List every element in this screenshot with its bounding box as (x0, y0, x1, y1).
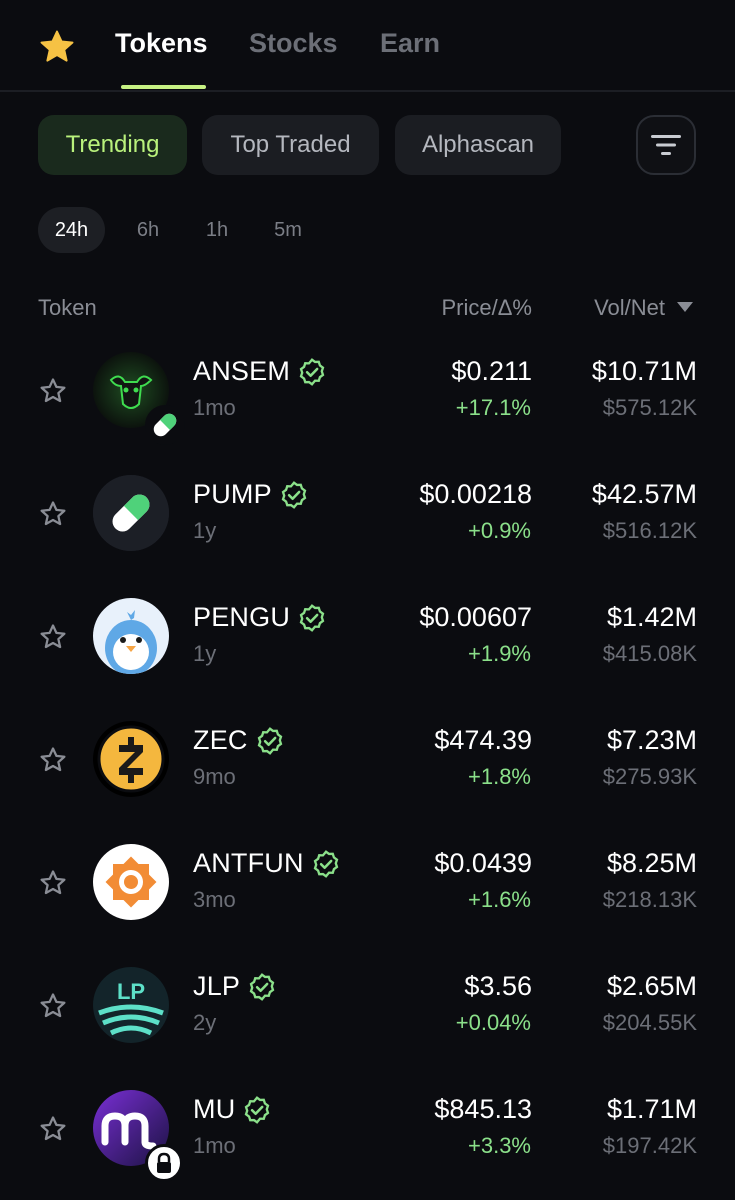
token-row-mu[interactable]: MU 1mo $845.13 +3.3% $1.71M $197.42K (0, 1090, 735, 1200)
token-age: 1mo (193, 1133, 236, 1158)
tab-stocks[interactable]: Stocks (249, 28, 338, 59)
token-net: $415.08K (602, 641, 697, 666)
token-volume: $8.25M (606, 848, 697, 878)
token-volume: $2.65M (606, 971, 697, 1001)
active-tab-indicator (121, 85, 206, 89)
token-symbol: ANSEM (193, 356, 326, 387)
filter-icon (651, 135, 681, 155)
token-symbol: ANTFUN (193, 848, 340, 879)
verified-badge-icon (249, 972, 275, 1001)
token-symbol-text: PENGU (193, 602, 291, 632)
token-change: +0.9% (468, 518, 531, 543)
token-price: $3.56 (464, 971, 532, 1001)
token-row-zec[interactable]: ZEC 9mo $474.39 +1.8% $7.23M $275.93K (0, 721, 735, 844)
pill-badge-icon (145, 405, 185, 445)
verified-badge-icon (257, 726, 282, 755)
verified-badge-icon (281, 480, 307, 509)
token-change: +1.6% (468, 887, 531, 912)
token-symbol-text: ANSEM (193, 356, 291, 386)
token-change: +1.9% (468, 641, 531, 666)
star-outline-icon[interactable] (38, 499, 68, 529)
token-symbol-text: ZEC (193, 725, 248, 755)
token-row-pump[interactable]: PUMP 1y $0.00218 +0.9% $42.57M $516.12K (0, 475, 735, 598)
timeframe-5m[interactable]: 5m (262, 207, 314, 253)
verified-badge-icon (313, 849, 339, 878)
star-outline-icon[interactable] (38, 1114, 68, 1144)
token-price: $0.00607 (419, 602, 532, 632)
token-volume: $42.57M (591, 479, 697, 509)
lock-badge-icon (145, 1144, 183, 1182)
token-symbol: PENGU (193, 602, 326, 633)
column-header-volume[interactable]: Vol/Net (594, 295, 665, 321)
column-header-token: Token (38, 295, 97, 320)
jlp-logo-text: LP (117, 979, 145, 1004)
token-age: 1mo (193, 395, 236, 420)
token-price: $0.0439 (434, 848, 532, 878)
token-change: +17.1% (455, 395, 531, 420)
token-price: $474.39 (434, 725, 532, 755)
verified-badge-icon (245, 1095, 270, 1124)
token-symbol-text: PUMP (193, 479, 272, 509)
token-net: $218.13K (602, 887, 697, 912)
token-symbol: ZEC (193, 725, 284, 756)
star-outline-icon[interactable] (38, 376, 68, 406)
favorites-star-icon[interactable] (38, 28, 76, 66)
token-age: 3mo (193, 887, 236, 912)
filter-button[interactable] (636, 115, 696, 175)
token-age: 1y (193, 641, 217, 666)
token-symbol-text: ANTFUN (193, 848, 304, 878)
star-outline-icon[interactable] (38, 868, 68, 898)
timeframe-6h[interactable]: 6h (122, 207, 174, 253)
token-age: 9mo (193, 764, 236, 789)
timeframe-1h[interactable]: 1h (192, 207, 242, 253)
star-outline-icon[interactable] (38, 745, 68, 775)
token-age: 2y (193, 1010, 217, 1035)
antfun-icon (93, 844, 169, 920)
tab-earn[interactable]: Earn (380, 28, 440, 59)
token-symbol-text: JLP (193, 971, 241, 1001)
star-outline-icon[interactable] (38, 991, 68, 1021)
verified-badge-icon (299, 603, 325, 632)
token-net: $204.55K (602, 1010, 697, 1035)
token-net: $197.42K (602, 1133, 697, 1158)
category-alphascan[interactable]: Alphascan (395, 115, 561, 175)
tab-tokens[interactable]: Tokens (115, 28, 208, 59)
verified-badge-icon (299, 357, 325, 386)
token-price: $845.13 (434, 1094, 532, 1124)
token-volume: $7.23M (606, 725, 697, 755)
token-net: $575.12K (602, 395, 697, 420)
token-symbol: JLP (193, 971, 276, 1002)
token-net: $275.93K (602, 764, 697, 789)
token-change: +1.8% (468, 764, 531, 789)
token-volume: $10.71M (591, 356, 697, 386)
category-trending[interactable]: Trending (38, 115, 187, 175)
zcash-icon (93, 721, 169, 797)
pill-icon (93, 475, 169, 551)
timeframe-24h[interactable]: 24h (38, 207, 105, 253)
token-price: $0.211 (451, 356, 532, 386)
token-age: 1y (193, 518, 217, 543)
token-volume: $1.71M (606, 1094, 697, 1124)
jlp-icon: LP (93, 967, 169, 1043)
top-nav: Tokens Stocks Earn (0, 0, 735, 92)
token-symbol: MU (193, 1094, 271, 1125)
token-row-pengu[interactable]: PENGU 1y $0.00607 +1.9% $1.42M $415.08K (0, 598, 735, 721)
token-volume: $1.42M (606, 602, 697, 632)
token-change: +0.04% (455, 1010, 531, 1035)
token-symbol-text: MU (193, 1094, 236, 1124)
sort-caret-icon[interactable] (677, 302, 693, 312)
star-outline-icon[interactable] (38, 622, 68, 652)
column-header-price[interactable]: Price/Δ% (442, 295, 533, 321)
token-change: +3.3% (468, 1133, 531, 1158)
penguin-icon (93, 598, 169, 674)
token-row-jlp[interactable]: LP JLP 2y $3.56 +0.04% $2.65M $204.55K (0, 967, 735, 1090)
token-net: $516.12K (602, 518, 697, 543)
token-row-antfun[interactable]: ANTFUN 3mo $0.0439 +1.6% $8.25M $218.13K (0, 844, 735, 967)
category-top-traded[interactable]: Top Traded (202, 115, 379, 175)
token-symbol: PUMP (193, 479, 308, 510)
token-row-ansem[interactable]: ANSEM 1mo $0.211 +17.1% $10.71M $575.12K (0, 352, 735, 475)
token-price: $0.00218 (419, 479, 532, 509)
